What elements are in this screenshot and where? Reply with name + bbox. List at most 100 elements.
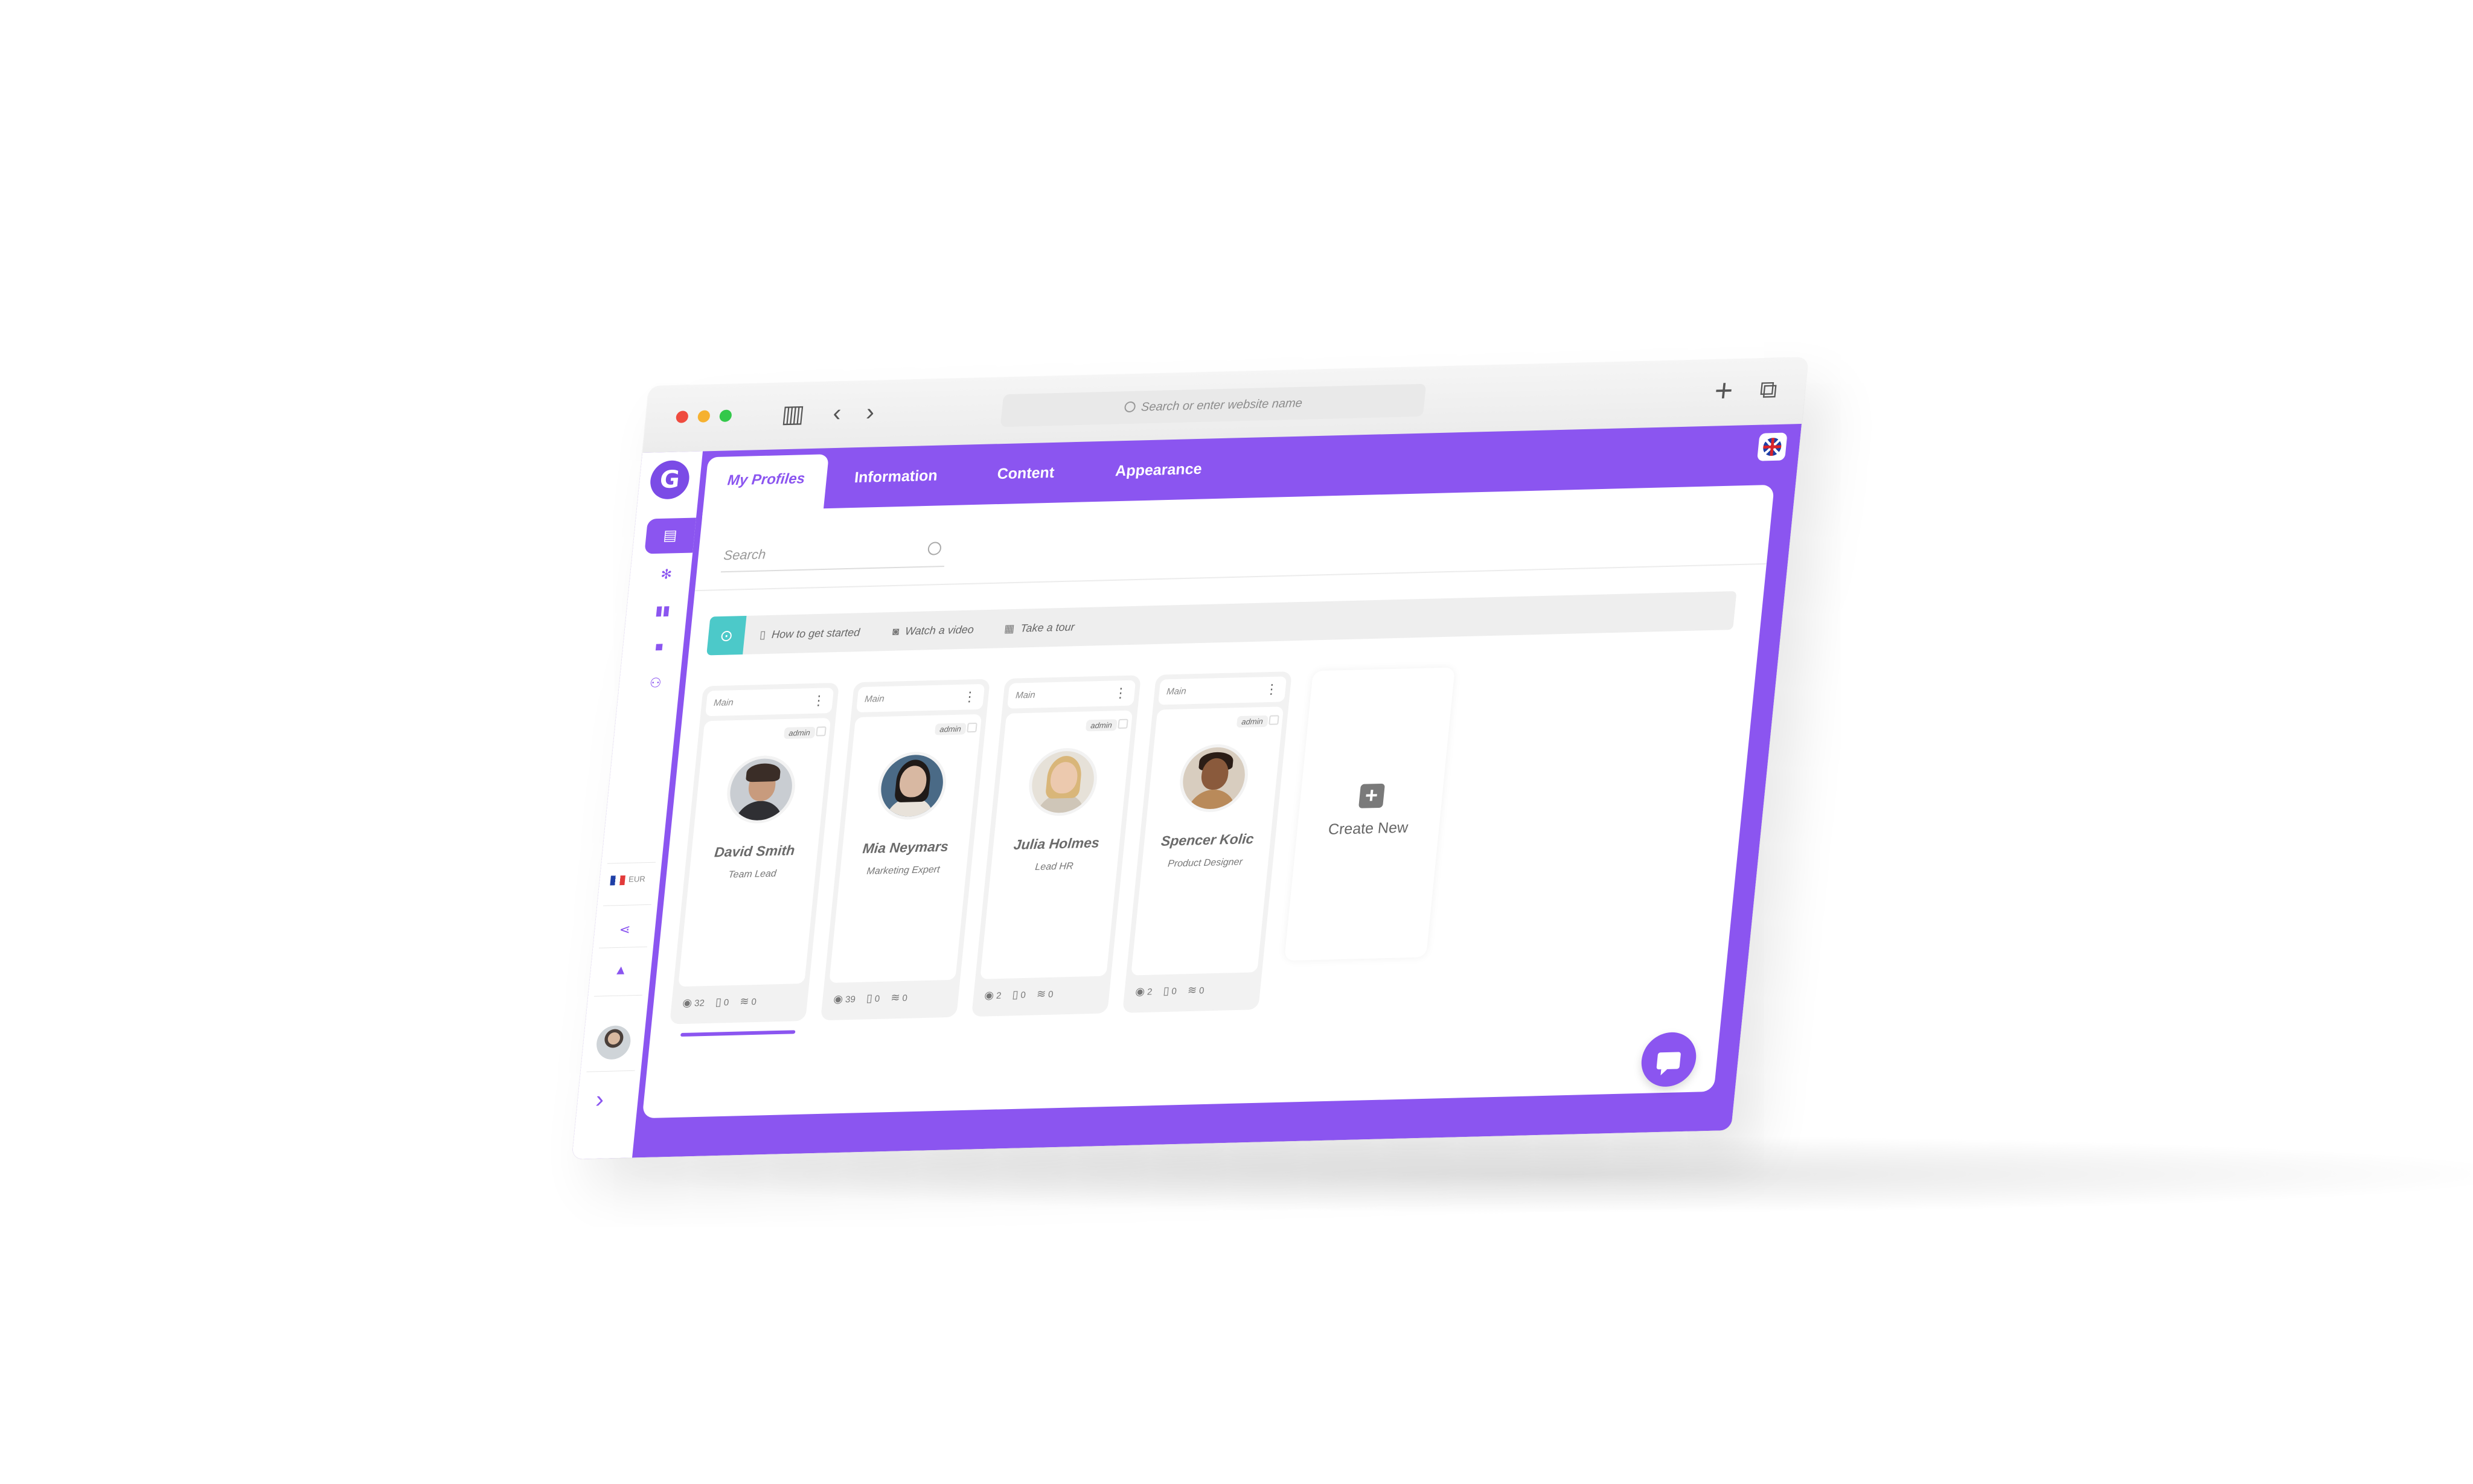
share-icon[interactable]: ⋖ — [600, 921, 650, 938]
phone-icon: ▯ — [866, 992, 873, 1005]
views-count: 32 — [694, 998, 705, 1009]
forward-icon[interactable]: › — [865, 398, 876, 427]
wifi-icon: ≋ — [1187, 983, 1198, 997]
role-badge: admin — [1085, 719, 1118, 732]
profile-role: Marketing Expert — [866, 864, 941, 877]
help-item-label: Take a tour — [1020, 621, 1075, 635]
profile-search — [720, 536, 947, 573]
eye-icon: ◉ — [984, 989, 995, 1002]
profile-name: David Smith — [714, 842, 796, 860]
profile-name: Julia Holmes — [1013, 834, 1101, 852]
lock-icon — [1118, 718, 1128, 729]
role-badge: admin — [783, 726, 816, 739]
url-placeholder: Search or enter website name — [1140, 396, 1304, 414]
language-label: EUR — [628, 874, 646, 884]
create-new-card[interactable]: + Create New — [1284, 667, 1455, 961]
scans-count: 0 — [1198, 985, 1205, 996]
card-stats: ◉ 2 ▯ 0 ≋ 0 — [1134, 982, 1256, 998]
search-input[interactable] — [721, 536, 907, 571]
sidebar-divider — [598, 946, 647, 948]
phone-icon: ▯ — [715, 996, 722, 1008]
card-group-label: Main — [864, 693, 885, 705]
profile-name: Spencer Kolic — [1160, 831, 1255, 849]
card-body: admin David Smith Team Lead — [678, 718, 831, 987]
card-body: admin Julia Holmes Lead HR — [980, 710, 1133, 979]
tab-information[interactable]: Information — [836, 451, 956, 502]
sidebar-divider — [603, 904, 651, 906]
profile-role: Lead HR — [1034, 861, 1074, 872]
profile-role: Product Designer — [1167, 857, 1243, 869]
help-bar: ⊙ ▯ How to get started ◙ Watch a video ▦ Ta… — [706, 591, 1737, 656]
role-badge: admin — [1236, 715, 1268, 728]
card-stats: ◉ 39 ▯ 0 ≋ 0 — [833, 990, 955, 1006]
card-group-label: Main — [1166, 686, 1187, 697]
profile-card[interactable]: Main ⋮ admin Spencer Kolic Product Design… — [1122, 671, 1292, 1013]
chat-icon — [1656, 1052, 1681, 1070]
more-options-icon[interactable]: ⋮ — [1264, 677, 1279, 703]
user-avatar[interactable] — [595, 1025, 632, 1060]
maximize-window-button[interactable] — [718, 409, 732, 422]
views-count: 39 — [845, 994, 856, 1005]
minimize-window-button[interactable] — [697, 410, 711, 423]
tab-content[interactable]: Content — [975, 448, 1077, 499]
language-switcher[interactable]: EUR — [610, 874, 646, 886]
profile-photo — [1176, 743, 1251, 813]
sidebar-item-profiles[interactable]: ▤ — [644, 517, 696, 554]
back-icon[interactable]: ‹ — [831, 398, 843, 427]
analytics-icon[interactable]: ▮▮ — [638, 603, 688, 619]
views-count: 2 — [996, 990, 1002, 1002]
scans-count: 0 — [1048, 989, 1054, 1000]
phone-icon: ▯ — [1011, 988, 1019, 1001]
book-icon: ▯ — [759, 628, 767, 641]
card-body: admin Spencer Kolic Product Designer — [1131, 706, 1284, 976]
lock-icon — [967, 722, 977, 733]
flag-uk-icon — [1762, 437, 1782, 456]
profile-card[interactable]: Main ⋮ admin David Smith Team Lead ◉ 32 ▯ 0 — [670, 682, 839, 1037]
profile-card[interactable]: Main ⋮ admin Julia Holmes Lead HR ◉ 2 ▯ 0 ≋… — [971, 675, 1141, 1017]
plus-icon: + — [1358, 782, 1385, 808]
create-new-label: Create New — [1327, 819, 1409, 838]
selected-indicator — [680, 1030, 796, 1037]
profile-photo — [1025, 747, 1100, 817]
people-icon[interactable]: ✻ — [641, 566, 691, 583]
card-stats: ◉ 2 ▯ 0 ≋ 0 — [984, 987, 1105, 1002]
camera-icon: ◙ — [892, 625, 900, 638]
more-options-icon[interactable]: ⋮ — [811, 688, 827, 714]
sidebar-divider — [586, 1070, 635, 1072]
url-bar[interactable]: Search or enter website name — [1000, 383, 1427, 427]
eye-icon: ◉ — [1134, 985, 1146, 998]
more-options-icon[interactable]: ⋮ — [962, 684, 977, 710]
expand-sidebar-icon[interactable]: › — [595, 1086, 606, 1113]
profiles-icon: ▤ — [662, 527, 678, 544]
tabs-overview-icon[interactable]: ⧉ — [1758, 375, 1779, 405]
taps-count: 0 — [874, 993, 881, 1005]
browser-window: ▥ ‹ › Search or enter website name + ⧉ G… — [572, 357, 1808, 1159]
close-window-button[interactable] — [675, 411, 689, 423]
help-item-label: Watch a video — [904, 623, 974, 638]
team-icon[interactable]: ⚇ — [630, 675, 680, 692]
language-selector[interactable] — [1757, 432, 1788, 461]
profile-card[interactable]: Main ⋮ admin Mia Neymars Marketing Expert… — [821, 679, 990, 1021]
lock-icon — [816, 726, 827, 737]
scans-count: 0 — [901, 993, 908, 1003]
profile-photo — [723, 755, 798, 825]
wifi-icon: ≋ — [739, 995, 750, 1008]
how-to-get-started-link[interactable]: ▯ How to get started — [758, 613, 862, 654]
tab-appearance[interactable]: Appearance — [1096, 444, 1221, 496]
watch-video-link[interactable]: ◙ Watch a video — [891, 610, 976, 651]
bell-icon[interactable]: ▲ — [596, 962, 646, 979]
sidebar-toggle-icon[interactable]: ▥ — [780, 399, 806, 429]
tab-my-profiles[interactable]: My Profiles — [702, 454, 829, 518]
lock-icon — [1268, 715, 1279, 725]
shopping-bag-icon[interactable]: ■ — [634, 639, 684, 656]
take-tour-link[interactable]: ▦ Take a tour — [1002, 607, 1077, 648]
app-logo[interactable]: G — [648, 459, 691, 500]
card-header: Main ⋮ — [856, 683, 985, 713]
search-icon[interactable] — [927, 542, 942, 555]
card-group-label: Main — [713, 697, 734, 708]
eye-icon: ◉ — [833, 993, 844, 1005]
more-options-icon[interactable]: ⋮ — [1113, 680, 1128, 706]
wifi-icon: ≋ — [1036, 988, 1047, 1000]
new-tab-icon[interactable]: + — [1713, 373, 1735, 409]
search-icon — [1124, 401, 1136, 412]
